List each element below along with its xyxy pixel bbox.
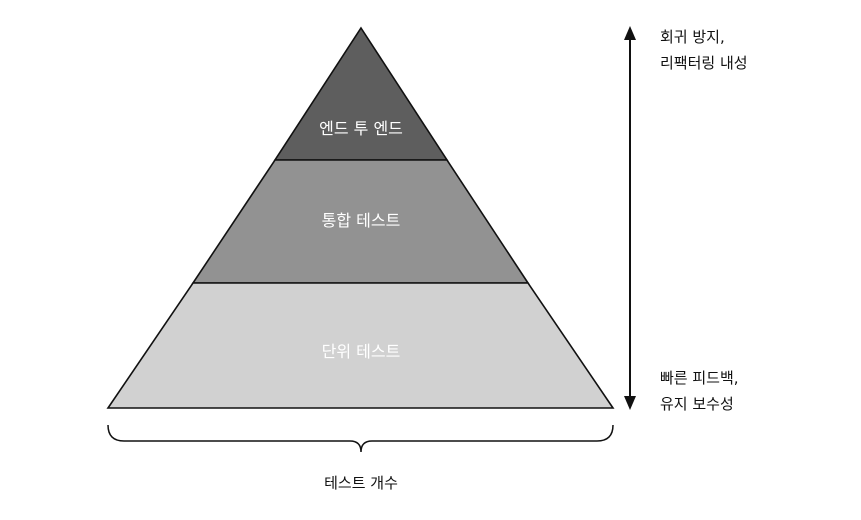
tradeoff-arrow (624, 26, 636, 410)
bottom-label-line-1: 빠른 피드백, (660, 369, 739, 387)
base-label: 테스트 개수 (324, 474, 398, 492)
pyramid-layer-e2e (273, 26, 449, 161)
test-pyramid-diagram: 엔드 투 엔드 통합 테스트 단위 테스트 회귀 방지, 리팩터링 내성 빠른 … (106, 26, 748, 492)
bottom-side-label: 빠른 피드백, 유지 보수성 (660, 369, 739, 413)
pyramid-layer-unit-label: 단위 테스트 (322, 342, 401, 361)
arrow-up-head-icon (624, 26, 636, 40)
arrow-down-head-icon (624, 396, 636, 410)
pyramid-layer-e2e-label: 엔드 투 엔드 (319, 119, 403, 138)
top-label-line-2: 리팩터링 내성 (660, 54, 748, 72)
pyramid: 엔드 투 엔드 통합 테스트 단위 테스트 (106, 26, 615, 409)
pyramid-layer-integration-label: 통합 테스트 (322, 211, 401, 230)
base-brace (107, 424, 614, 453)
bottom-label-line-2: 유지 보수성 (660, 395, 734, 413)
top-label-line-1: 회귀 방지, (660, 28, 725, 46)
top-side-label: 회귀 방지, 리팩터링 내성 (660, 28, 748, 72)
